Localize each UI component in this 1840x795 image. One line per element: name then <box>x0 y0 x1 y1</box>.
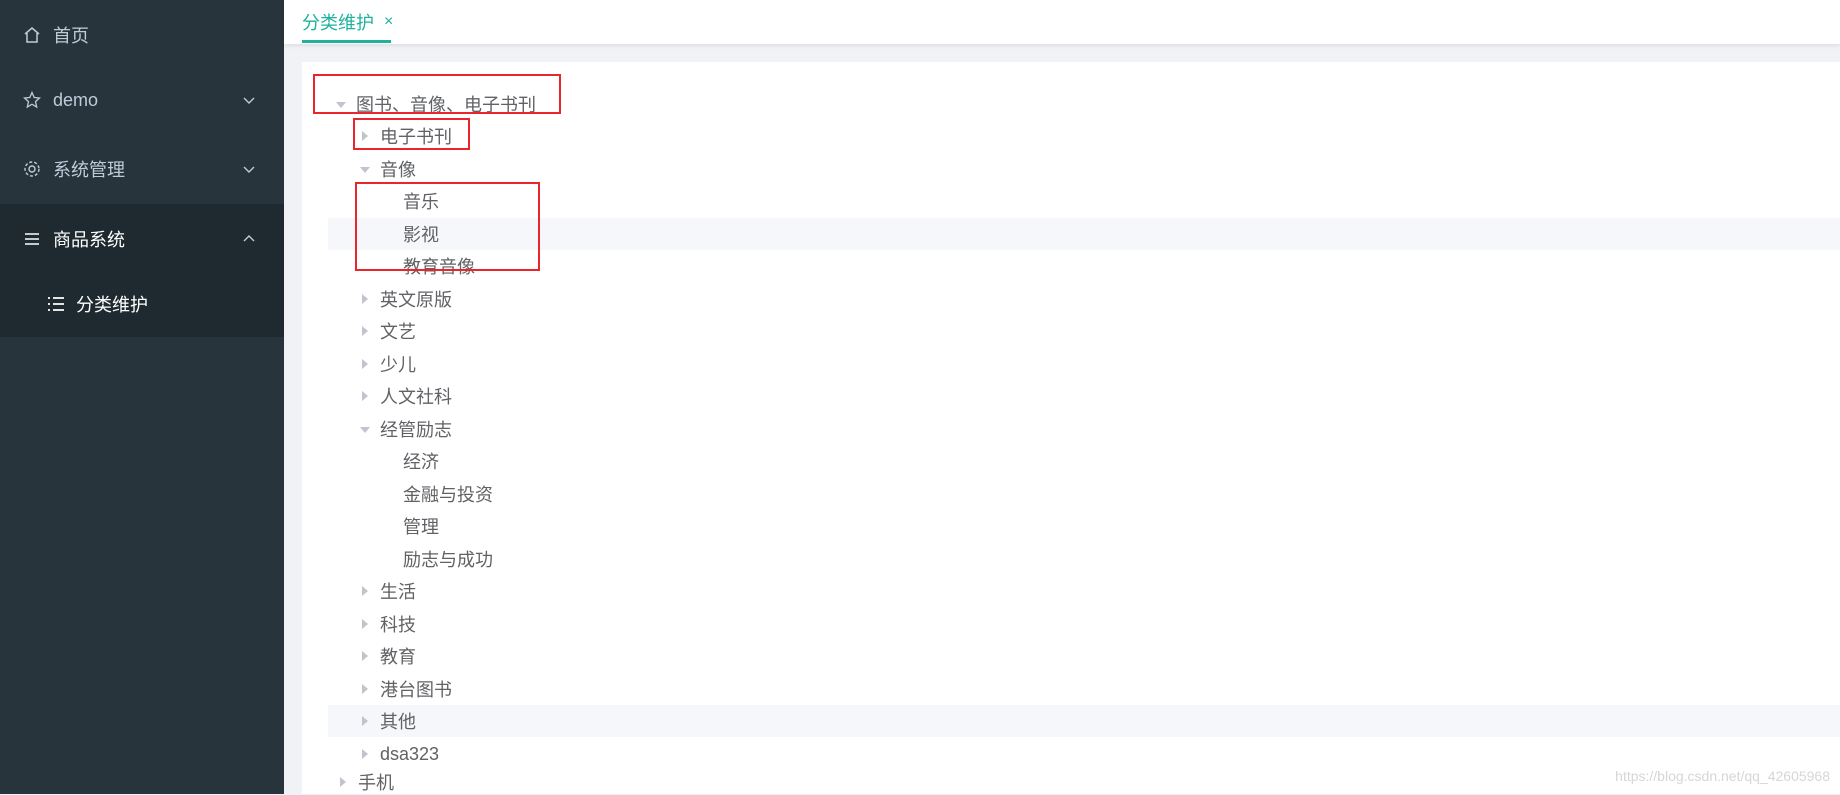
tab-label: 分类维护 <box>302 9 374 35</box>
tree-node[interactable]: 电子书刊 <box>328 120 1840 152</box>
tree-node[interactable]: 教育 <box>328 640 1840 672</box>
caret-down-icon[interactable] <box>360 427 370 433</box>
sidebar-subitem-category[interactable]: 分类维护 <box>0 271 284 337</box>
caret-right-icon[interactable] <box>362 749 368 759</box>
tree-node-label: 港台图书 <box>380 676 452 702</box>
tab-bar: 分类维护 × <box>284 0 1840 44</box>
sidebar-subitem-label: 分类维护 <box>76 291 148 317</box>
caret-right-icon[interactable] <box>362 131 368 141</box>
tree-node[interactable]: 英文原版 <box>328 283 1840 315</box>
tree-node-label: dsa323 <box>380 744 439 765</box>
watermark: https://blog.csdn.net/qq_42605968 <box>1615 768 1830 784</box>
tree-node-label: 教育 <box>380 643 416 669</box>
caret-down-icon[interactable] <box>360 167 370 173</box>
chevron-down-icon <box>242 93 256 107</box>
sidebar-item-goods[interactable]: 商品系统 <box>0 204 284 274</box>
tree-node-label: 教育音像 <box>403 253 475 279</box>
menu-icon <box>21 228 43 250</box>
sidebar-item-label: demo <box>53 90 98 111</box>
tree-node[interactable]: 人文社科 <box>328 380 1840 412</box>
tree-node[interactable]: dsa323 <box>328 738 1840 770</box>
sidebar: 首页 demo 系统管理 商品系统 分类维护 <box>0 0 284 794</box>
list-icon <box>46 294 66 314</box>
tree-node[interactable]: 经管励志 <box>328 413 1840 445</box>
tree-node-label: 图书、音像、电子书刊 <box>356 91 536 117</box>
close-icon[interactable]: × <box>384 13 393 31</box>
tree-node[interactable]: 影视 <box>328 218 1840 250</box>
tree-node-label: 电子书刊 <box>380 123 452 149</box>
chevron-down-icon <box>242 162 256 176</box>
tree-node[interactable]: 港台图书 <box>328 673 1840 705</box>
tree-node[interactable]: 图书、音像、电子书刊 <box>328 88 1840 120</box>
gear-icon <box>21 158 43 180</box>
tree-node-label: 音乐 <box>403 188 439 214</box>
tree-node-label: 文艺 <box>380 318 416 344</box>
home-icon <box>21 24 43 46</box>
caret-right-icon[interactable] <box>362 716 368 726</box>
caret-right-icon[interactable] <box>362 651 368 661</box>
caret-right-icon[interactable] <box>362 684 368 694</box>
sidebar-item-label: 商品系统 <box>53 226 125 252</box>
chevron-up-icon <box>242 232 256 246</box>
tree-node[interactable]: 文艺 <box>328 315 1840 347</box>
tree-node-label: 管理 <box>403 513 439 539</box>
tree-node[interactable]: 金融与投资 <box>328 478 1840 510</box>
tree-node[interactable]: 生活 <box>328 575 1840 607</box>
tree-node-label: 经济 <box>403 448 439 474</box>
tree-node-label: 人文社科 <box>380 383 452 409</box>
tree-node-label: 科技 <box>380 611 416 637</box>
tree-node-label: 励志与成功 <box>403 546 493 572</box>
caret-down-icon[interactable] <box>336 102 346 108</box>
sidebar-item-label: 首页 <box>53 22 89 48</box>
caret-right-icon[interactable] <box>362 294 368 304</box>
tree-node[interactable]: 科技 <box>328 608 1840 640</box>
tree-node-label: 影视 <box>403 221 439 247</box>
caret-right-icon[interactable] <box>362 359 368 369</box>
sidebar-item-label: 系统管理 <box>53 156 125 182</box>
tree-node[interactable]: 管理 <box>328 510 1840 542</box>
caret-right-icon[interactable] <box>362 391 368 401</box>
tree-node-label: 英文原版 <box>380 286 452 312</box>
tree-node-label: 生活 <box>380 578 416 604</box>
tree-node-label: 手机 <box>358 769 394 795</box>
tree-node-label: 经管励志 <box>380 416 452 442</box>
tree-node[interactable]: 其他 <box>328 705 1840 737</box>
sidebar-item-system[interactable]: 系统管理 <box>0 134 284 204</box>
tree-node-label: 其他 <box>380 708 416 734</box>
active-tab-indicator <box>302 40 391 43</box>
caret-right-icon[interactable] <box>362 326 368 336</box>
tree-node[interactable]: 音乐 <box>328 185 1840 217</box>
tree-node-label: 金融与投资 <box>403 481 493 507</box>
caret-right-icon[interactable] <box>340 777 346 787</box>
caret-right-icon[interactable] <box>362 586 368 596</box>
tree-node[interactable]: 励志与成功 <box>328 543 1840 575</box>
tab-category[interactable]: 分类维护 × <box>302 0 393 44</box>
tree-node-label: 少儿 <box>380 351 416 377</box>
tree-node[interactable]: 经济 <box>328 445 1840 477</box>
sidebar-item-home[interactable]: 首页 <box>0 0 284 70</box>
tree-node[interactable]: 教育音像 <box>328 250 1840 282</box>
caret-right-icon[interactable] <box>362 619 368 629</box>
tree-node[interactable]: 音像 <box>328 153 1840 185</box>
sidebar-item-demo[interactable]: demo <box>0 65 284 135</box>
tree-node-label: 音像 <box>380 156 416 182</box>
star-icon <box>21 89 43 111</box>
tree-node[interactable]: 少儿 <box>328 348 1840 380</box>
tree-node[interactable]: 手机 <box>328 770 1840 794</box>
